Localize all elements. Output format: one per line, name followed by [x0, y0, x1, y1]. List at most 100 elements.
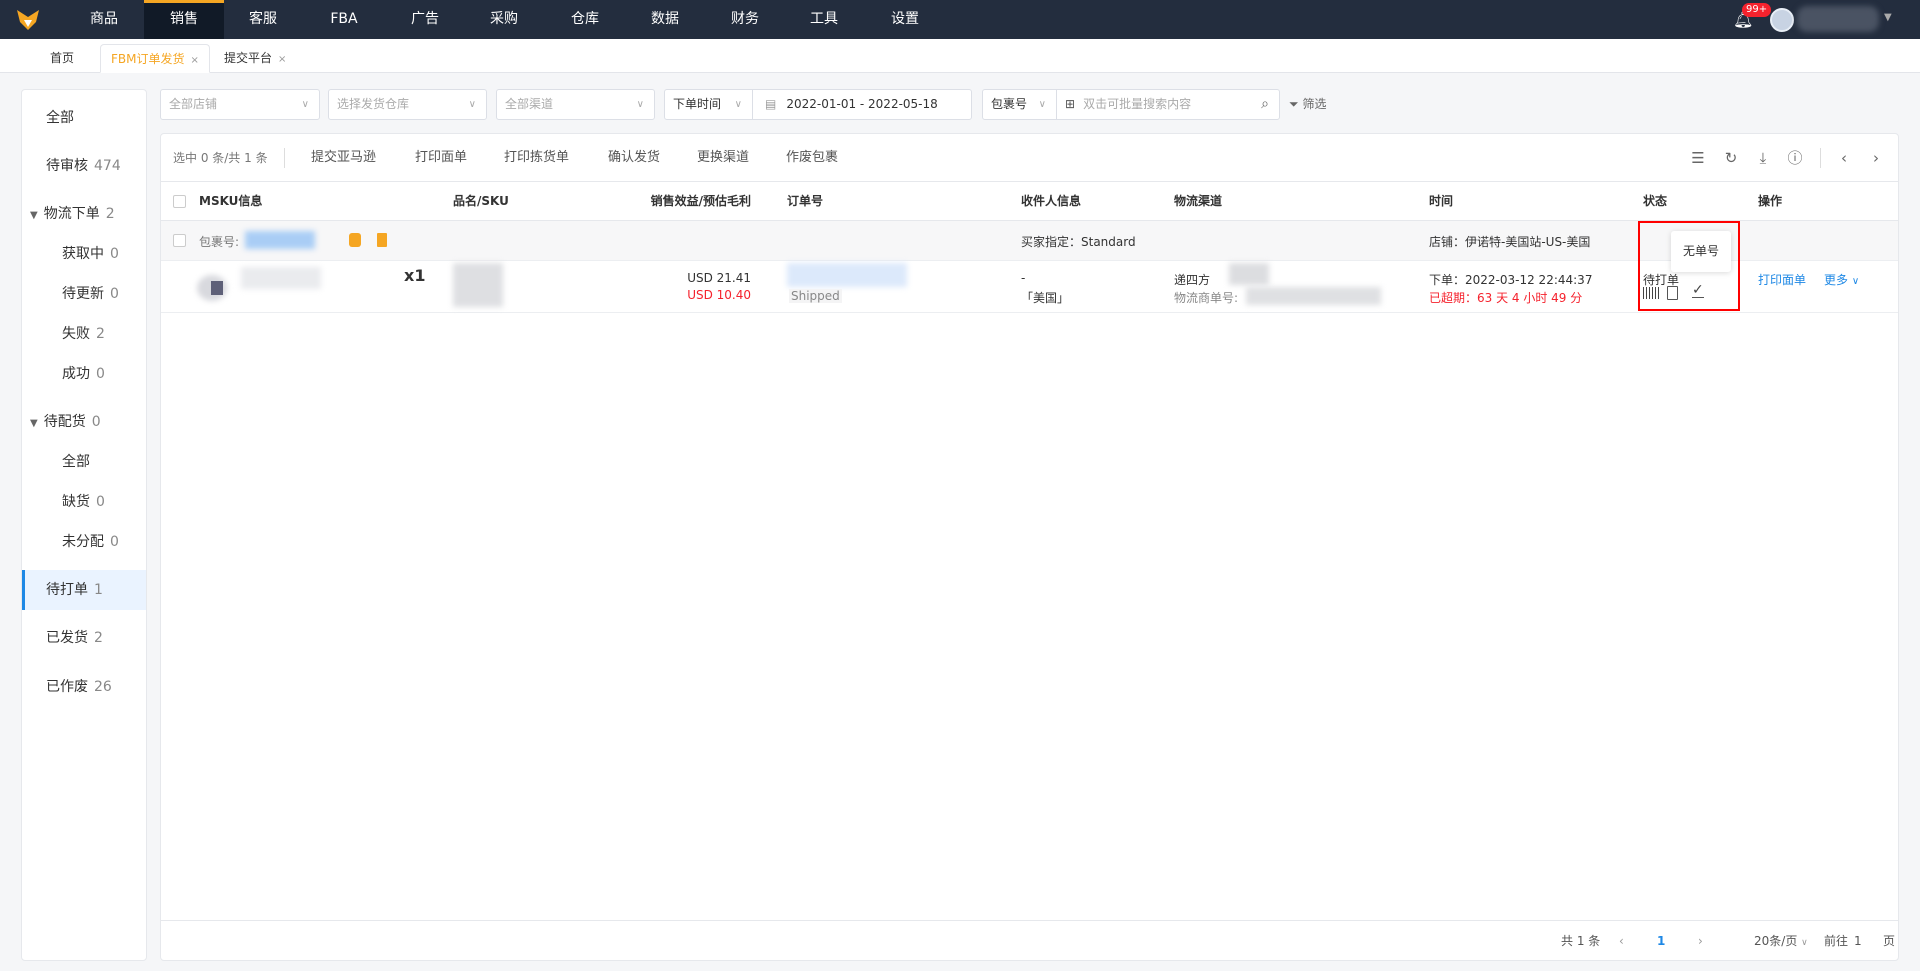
confirm-ship-button[interactable]: 确认发货 — [608, 134, 660, 182]
chevron-down-icon: ∨ — [1038, 99, 1046, 110]
sidebar-item-voided[interactable]: 已作废 26 — [22, 667, 146, 707]
buyer-shipping-spec: 买家指定：Standard — [1021, 235, 1136, 249]
tab-fbm-orders[interactable]: FBM订单发货 × — [100, 44, 210, 73]
count: 2 — [94, 630, 103, 646]
chevron-left-icon[interactable]: ‹ — [1834, 148, 1854, 168]
next-page-icon[interactable]: › — [1698, 921, 1703, 961]
value: 20条/页 — [1754, 934, 1798, 948]
label: 待审核 — [46, 158, 88, 174]
channel-select[interactable]: 全部渠道 ∨ — [496, 89, 655, 120]
label: 待更新 — [62, 286, 104, 302]
tracking-number-blurred — [1246, 287, 1381, 305]
label: 更多 — [1824, 273, 1849, 287]
change-channel-button[interactable]: 更换渠道 — [697, 134, 749, 182]
username-blurred[interactable] — [1797, 6, 1879, 32]
count: 0 — [96, 366, 105, 382]
refresh-icon[interactable]: ↻ — [1721, 148, 1741, 168]
count: 0 — [91, 414, 101, 430]
page-size-select[interactable]: 20条/页 ∨ — [1754, 921, 1808, 963]
sidebar-item-failed[interactable]: 失败 2 — [22, 314, 146, 354]
nav-fba[interactable]: FBA — [304, 0, 384, 39]
sidebar-item-success[interactable]: 成功 0 — [22, 354, 146, 394]
nav-purchase[interactable]: 采购 — [464, 0, 544, 39]
label: 缺货 — [62, 494, 90, 510]
placeholder: 全部店铺 — [169, 97, 218, 111]
order-number-blurred[interactable] — [787, 263, 907, 287]
warehouse-select[interactable]: 选择发货仓库 ∨ — [328, 89, 487, 120]
bookmark-icon[interactable] — [377, 233, 387, 247]
sidebar-item-shipped[interactable]: 已发货 2 — [22, 618, 146, 658]
sidebar-item-all[interactable]: 全部 — [22, 98, 146, 138]
prev-page-icon[interactable]: ‹ — [1619, 921, 1624, 961]
tab-submit-platform[interactable]: 提交平台 × — [214, 44, 296, 73]
header-status: 状态 — [1643, 194, 1668, 208]
page-1[interactable]: 1 — [1657, 921, 1665, 961]
filter-button[interactable]: ⏷ 筛选 — [1289, 95, 1326, 112]
close-icon[interactable]: × — [278, 54, 286, 65]
submit-amazon-button[interactable]: 提交亚马逊 — [311, 134, 376, 182]
time-type-select[interactable]: 下单时间 ∨ — [664, 89, 753, 120]
package-icon[interactable] — [349, 233, 361, 247]
logo-fox-icon[interactable] — [16, 8, 40, 32]
goto-page-input[interactable]: 1 — [1854, 921, 1862, 961]
carrier-name: 递四方 — [1174, 273, 1211, 287]
tooltip-text: 无单号 — [1682, 244, 1719, 258]
caret-down-icon[interactable]: ▼ — [1884, 12, 1892, 23]
search-input[interactable]: ⊞ 双击可批量搜索内容 ⌕ — [1056, 89, 1280, 120]
sidebar-item-to-update[interactable]: 待更新 0 — [22, 274, 146, 314]
sidebar-item-logistics[interactable]: ▼ 物流下单 2 — [22, 194, 146, 234]
count: 0 — [110, 246, 119, 262]
header-logistics: 物流渠道 — [1174, 194, 1223, 208]
column-settings-icon[interactable]: ☰ — [1688, 148, 1708, 168]
download-icon[interactable]: ⤓ — [1753, 148, 1773, 168]
header-sku: 品名/SKU — [453, 194, 509, 208]
select-all-checkbox[interactable] — [173, 195, 186, 208]
goto-label: 前往 — [1824, 934, 1849, 948]
sidebar-item-to-print[interactable]: 待打单 1 — [22, 570, 146, 610]
avatar[interactable] — [1770, 8, 1794, 32]
funnel-icon: ⏷ — [1289, 97, 1299, 111]
count: 0 — [110, 534, 119, 550]
store-select[interactable]: 全部店铺 ∨ — [160, 89, 320, 120]
date-range-input[interactable]: ▤ 2022-01-01 - 2022-05-18 — [752, 89, 972, 120]
batch-grid-icon[interactable]: ⊞ — [1065, 97, 1075, 111]
search-type-select[interactable]: 包裹号 ∨ — [982, 89, 1057, 120]
page-tabs: 首页 FBM订单发货 × 提交平台 × — [0, 39, 1920, 73]
tab-home[interactable]: 首页 — [40, 44, 84, 73]
nav-settings[interactable]: 设置 — [865, 0, 945, 39]
print-label-button[interactable]: 打印面单 — [415, 134, 467, 182]
sidebar-item-allocation[interactable]: ▼ 待配货 0 — [22, 402, 146, 442]
search-icon[interactable]: ⌕ — [1261, 90, 1269, 119]
package-checkbox[interactable] — [173, 234, 186, 247]
sidebar-item-unallocated[interactable]: 未分配 0 — [22, 522, 146, 562]
count: 0 — [96, 494, 105, 510]
nav-finance[interactable]: 财务 — [705, 0, 785, 39]
caret-down-icon: ▼ — [30, 418, 38, 429]
sidebar-item-out-of-stock[interactable]: 缺货 0 — [22, 482, 146, 522]
tooltip: 无单号 — [1671, 231, 1731, 272]
nav-tools[interactable]: 工具 — [784, 0, 864, 39]
package-label: 包裹号: — [199, 235, 240, 249]
sidebar-item-fetching[interactable]: 获取中 0 — [22, 234, 146, 274]
nav-ads[interactable]: 广告 — [385, 0, 465, 39]
nav-warehouse[interactable]: 仓库 — [545, 0, 625, 39]
recipient-name: - — [1021, 271, 1026, 285]
nav-goods[interactable]: 商品 — [64, 0, 144, 39]
close-icon[interactable]: × — [191, 55, 199, 66]
print-label-link[interactable]: 打印面单 — [1758, 271, 1806, 288]
sidebar-item-pending-review[interactable]: 待审核 474 — [22, 146, 146, 186]
help-icon[interactable]: ⓘ — [1785, 148, 1805, 168]
sidebar-item-allocation-all[interactable]: 全部 — [22, 442, 146, 482]
caret-down-icon: ▼ — [30, 210, 38, 221]
count: 1 — [94, 582, 103, 598]
void-package-button[interactable]: 作废包裹 — [786, 134, 838, 182]
more-dropdown[interactable]: 更多 ∨ — [1824, 271, 1859, 288]
print-picklist-button[interactable]: 打印拣货单 — [504, 134, 569, 182]
count: 26 — [94, 679, 112, 695]
nav-data[interactable]: 数据 — [625, 0, 705, 39]
order-time: 下单：2022-03-12 22:44:37 — [1429, 273, 1593, 287]
nav-service[interactable]: 客服 — [223, 0, 303, 39]
count: 0 — [110, 286, 119, 302]
chevron-right-icon[interactable]: › — [1866, 148, 1886, 168]
nav-sales[interactable]: 销售 — [144, 0, 224, 39]
